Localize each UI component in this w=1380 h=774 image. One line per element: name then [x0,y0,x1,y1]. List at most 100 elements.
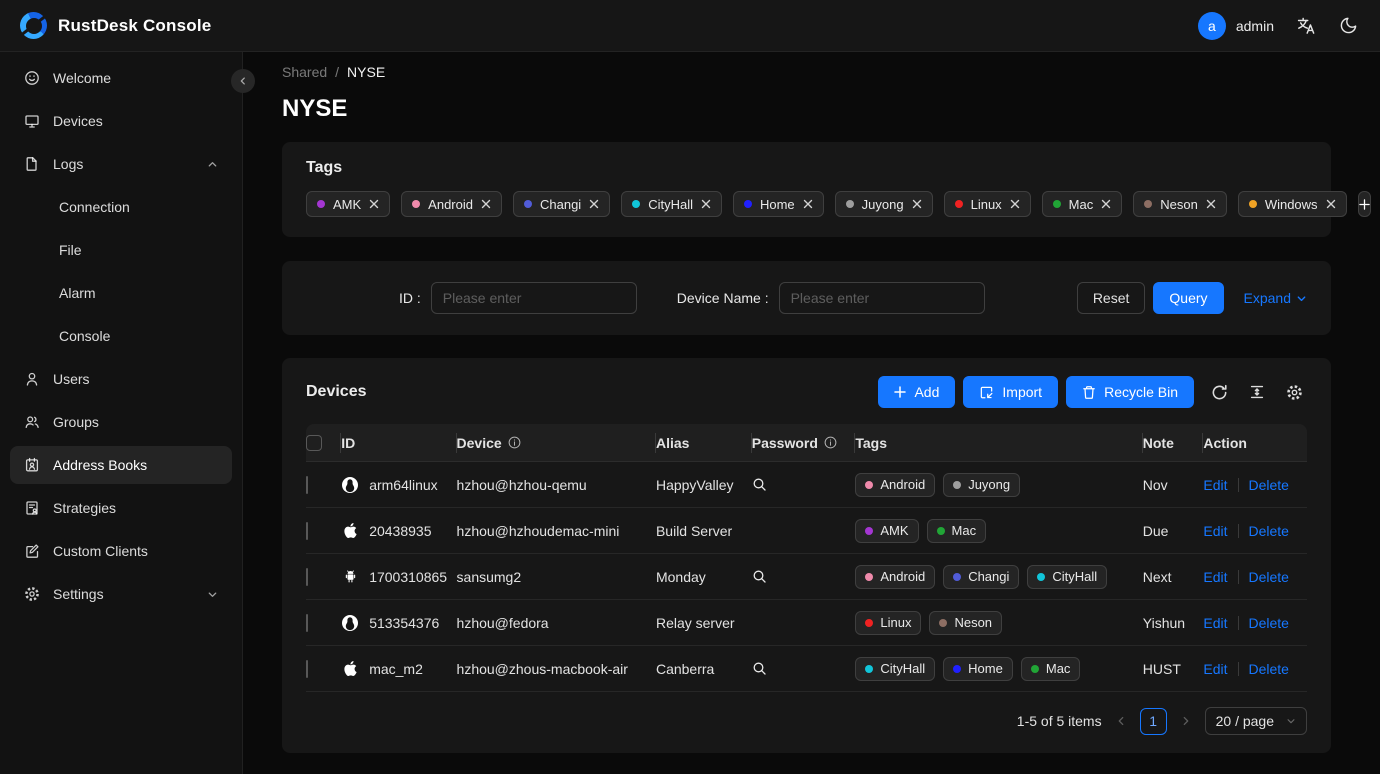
close-icon[interactable] [369,199,379,209]
row-checkbox[interactable] [306,614,308,632]
device-alias: HappyValley [656,477,752,493]
tag-chip[interactable]: Windows [1238,191,1347,217]
page-size-select[interactable]: 20 / page [1205,707,1307,735]
col-header-note: Note [1143,435,1204,451]
tag-chip[interactable]: AMK [306,191,390,217]
row-checkbox[interactable] [306,660,308,678]
table-settings-gear-icon[interactable] [1282,380,1307,405]
edit-link[interactable]: Edit [1203,477,1227,493]
close-icon[interactable] [589,199,599,209]
row-density-icon[interactable] [1245,380,1269,404]
device-name: hzhou@hzhoudemac-mini [457,523,656,539]
dark-mode-moon-icon[interactable] [1337,14,1360,37]
tag-chip: Changi [943,565,1019,589]
close-icon[interactable] [701,199,711,209]
sidebar-item-groups[interactable]: Groups [10,403,232,441]
breadcrumb-parent[interactable]: Shared [282,64,327,80]
delete-link[interactable]: Delete [1249,569,1289,585]
row-checkbox[interactable] [306,476,308,494]
device-note: Nov [1143,477,1204,493]
view-password-icon[interactable] [752,661,767,676]
query-button[interactable]: Query [1153,282,1223,314]
sidebar-item-welcome[interactable]: Welcome [10,59,232,97]
sidebar-item-strategies[interactable]: Strategies [10,489,232,527]
edit-link[interactable]: Edit [1203,523,1227,539]
select-all-checkbox[interactable] [306,435,322,451]
tag-chip[interactable]: Mac [1042,191,1123,217]
device-alias: Canberra [656,661,752,677]
sidebar-item-custom-clients[interactable]: Custom Clients [10,532,232,570]
col-header-password: Password [752,435,856,451]
user-menu[interactable]: a admin [1198,12,1274,40]
tag-chip: AMK [855,519,918,543]
sidebar-item-address-books[interactable]: Address Books [10,446,232,484]
sidebar-item-logs[interactable]: Logs [10,145,232,183]
avatar[interactable]: a [1198,12,1226,40]
delete-link[interactable]: Delete [1249,615,1289,631]
next-page-icon[interactable] [1180,715,1192,727]
close-icon[interactable] [803,199,813,209]
add-tag-button[interactable] [1358,191,1371,217]
reset-button[interactable]: Reset [1077,282,1146,314]
address-book-icon [24,457,40,473]
sidebar-item-connection[interactable]: Connection [10,188,232,226]
sidebar-item-file[interactable]: File [10,231,232,269]
info-icon[interactable] [508,436,521,449]
sidebar-item-devices[interactable]: Devices [10,102,232,140]
close-icon[interactable] [912,199,922,209]
page-title: NYSE [282,95,1331,123]
tags-card-title: Tags [306,159,1307,177]
add-device-button[interactable]: Add [878,376,955,408]
edit-link[interactable]: Edit [1203,661,1227,677]
recycle-bin-button[interactable]: Recycle Bin [1066,376,1194,408]
sidebar-item-users[interactable]: Users [10,360,232,398]
prev-page-icon[interactable] [1115,715,1127,727]
tag-chip[interactable]: Home [733,191,824,217]
sidebar-collapse-button[interactable] [231,69,255,93]
delete-link[interactable]: Delete [1249,477,1289,493]
table-row: 20438935 hzhou@hzhoudemac-mini Build Ser… [306,508,1307,554]
close-icon[interactable] [481,199,491,209]
close-icon[interactable] [1101,199,1111,209]
page-number-current[interactable]: 1 [1140,708,1167,735]
device-name: hzhou@hzhou-qemu [457,477,656,493]
sidebar-item-label: Address Books [53,457,147,473]
edit-link[interactable]: Edit [1203,615,1227,631]
row-checkbox[interactable] [306,568,308,586]
sidebar-item-label: Devices [53,113,103,129]
trash-icon [1082,385,1096,400]
id-filter-input[interactable] [431,282,637,314]
delete-link[interactable]: Delete [1249,523,1289,539]
view-password-icon[interactable] [752,477,767,492]
sidebar-item-label: Console [59,328,110,344]
tag-chip: Android [855,473,935,497]
sidebar-item-console[interactable]: Console [10,317,232,355]
tag-chip[interactable]: Juyong [835,191,933,217]
device-name-filter-input[interactable] [779,282,985,314]
sidebar-item-settings[interactable]: Settings [10,575,232,613]
language-icon[interactable] [1294,14,1317,37]
tag-chip[interactable]: CityHall [621,191,722,217]
info-icon[interactable] [824,436,837,449]
import-button[interactable]: Import [963,376,1058,408]
tag-chip[interactable]: Android [401,191,502,217]
row-checkbox[interactable] [306,522,308,540]
tag-chip[interactable]: Neson [1133,191,1227,217]
device-id: mac_m2 [369,661,423,677]
tag-color-dot [412,200,420,208]
close-icon[interactable] [1206,199,1216,209]
delete-link[interactable]: Delete [1249,661,1289,677]
refresh-icon[interactable] [1207,380,1232,405]
tag-chip: CityHall [1027,565,1107,589]
tag-chip[interactable]: Linux [944,191,1031,217]
brand: RustDesk Console [20,12,211,39]
edit-link[interactable]: Edit [1203,569,1227,585]
tag-chip[interactable]: Changi [513,191,610,217]
view-password-icon[interactable] [752,569,767,584]
strategy-document-icon [24,500,40,516]
devices-table: ID Device Alias Password Tags Note Actio… [306,424,1307,692]
sidebar-item-alarm[interactable]: Alarm [10,274,232,312]
close-icon[interactable] [1326,199,1336,209]
close-icon[interactable] [1010,199,1020,209]
expand-toggle[interactable]: Expand [1244,290,1307,306]
